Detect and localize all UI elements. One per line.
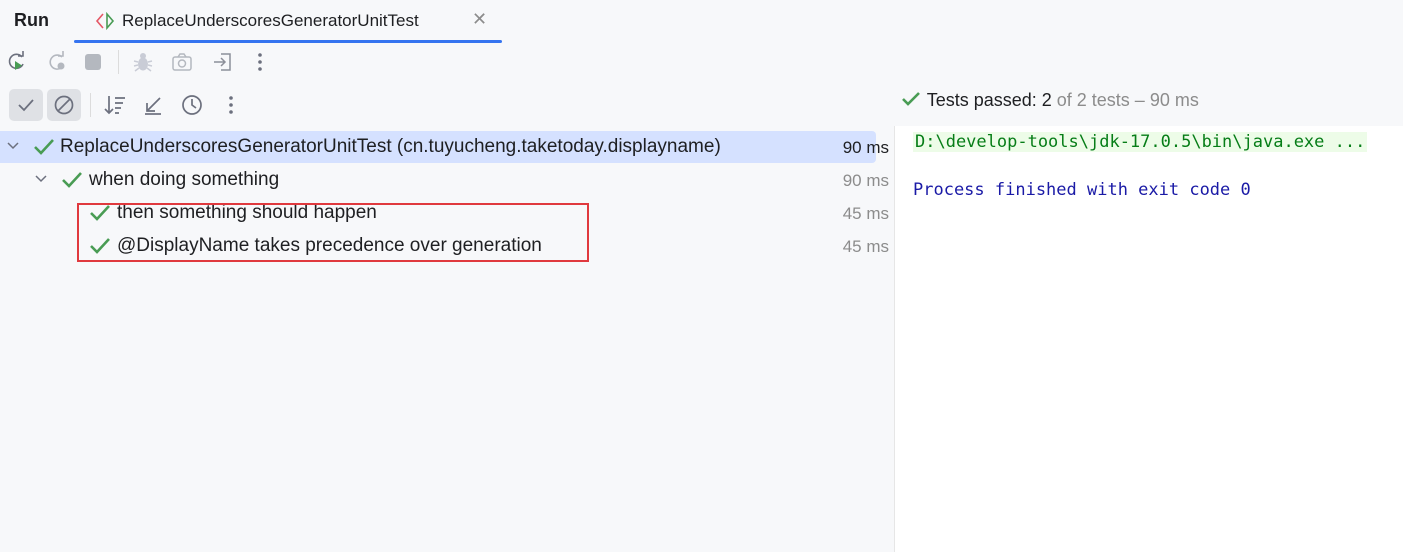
tree-row-group[interactable]: when doing something 90 ms [0,164,894,196]
passed-checkmark-icon [34,139,54,155]
tool-window-header: Run ReplaceUnderscoresGeneratorUnitTest … [0,0,1403,44]
stop-icon[interactable] [79,48,107,76]
tree-row-label: ReplaceUnderscoresGeneratorUnitTest (cn.… [60,136,721,157]
more-icon[interactable] [246,48,274,76]
history-icon[interactable] [178,91,206,119]
tree-row-duration: 45 ms [842,204,889,223]
annotation-highlight-box [77,203,589,262]
debug-icon[interactable] [129,48,157,76]
toolbar-separator [90,93,91,117]
tree-row-duration: 45 ms [842,237,889,256]
tab-selected-indicator [74,40,502,43]
ignored-icon [54,95,74,115]
sort-icon[interactable] [101,91,129,119]
export-icon[interactable] [208,48,236,76]
test-results-tree: ReplaceUnderscoresGeneratorUnitTest (cn.… [0,130,894,552]
tool-window-title[interactable]: Run [14,10,49,31]
tab-label: ReplaceUnderscoresGeneratorUnitTest [122,11,419,30]
tree-row-label: when doing something [89,169,280,190]
chevron-down-icon[interactable] [6,139,20,153]
tree-row-duration: 90 ms [842,171,889,190]
tree-row-duration: 90 ms [842,138,889,157]
chevron-down-icon[interactable] [34,172,48,186]
toolbar-separator [118,50,119,74]
close-icon[interactable]: ✕ [472,9,487,30]
collapse-icon[interactable] [139,91,167,119]
rerun-icon[interactable] [2,48,30,76]
test-config-icon [95,12,115,30]
tab-run-configuration[interactable]: ReplaceUnderscoresGeneratorUnitTest ✕ [74,0,502,44]
run-toolbar [0,46,300,80]
console-exit-message: Process finished with exit code 0 [913,180,1251,200]
console-output[interactable]: D:\develop-tools\jdk-17.0.5\bin\java.exe… [895,126,1403,552]
test-status: Tests passed: 2 of 2 tests – 90 ms [900,90,1199,111]
tree-row-suite[interactable]: ReplaceUnderscoresGeneratorUnitTest (cn.… [0,131,889,163]
test-filter-toolbar [0,86,300,124]
more-icon[interactable] [217,91,245,119]
rerun-failed-icon[interactable] [42,48,70,76]
status-summary: of 2 tests – 90 ms [1051,90,1199,110]
status-passed-count: 2 [1041,90,1052,110]
show-passed-toggle[interactable] [9,89,43,121]
status-prefix: Tests passed: [926,90,1042,110]
console-command-line[interactable]: D:\develop-tools\jdk-17.0.5\bin\java.exe… [913,132,1368,152]
passed-checkmark-icon [62,172,82,188]
show-ignored-toggle[interactable] [47,89,81,121]
passed-checkmark-icon [902,92,920,106]
checkmark-icon [18,99,34,112]
screenshot-icon[interactable] [168,48,196,76]
